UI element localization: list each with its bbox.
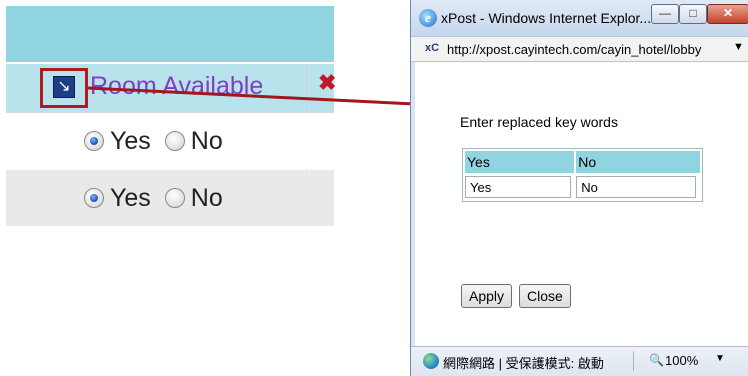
zoomed-table-fragment: ↘ Room Available ✖ Yes No Yes No <box>0 0 336 240</box>
yes-no-radio-group: Yes No <box>84 184 237 213</box>
column-header: No <box>576 151 700 173</box>
room-available-label: Room Available <box>90 72 264 100</box>
chevron-down-icon[interactable]: ▼ <box>715 353 725 364</box>
no-radio[interactable] <box>164 131 185 151</box>
status-bar: 網際網路 | 受保護模式: 啟動 🔍 100% ▼ <box>411 346 748 376</box>
maximize-button[interactable]: □ <box>679 4 707 24</box>
close-button[interactable]: Close <box>519 284 571 308</box>
globe-icon <box>423 353 439 369</box>
no-radio-label: No <box>190 183 223 212</box>
keyword-table: Yes No <box>462 148 703 202</box>
yes-replacement-input[interactable] <box>465 176 571 198</box>
site-favicon-icon: xC <box>425 42 440 54</box>
chevron-down-icon[interactable]: ▼ <box>733 41 744 53</box>
status-text: 網際網路 | 受保護模式: 啟動 <box>443 356 604 371</box>
address-url[interactable]: http://xpost.cayintech.com/cayin_hotel/l… <box>447 42 701 57</box>
table-row: Yes No <box>6 170 334 226</box>
table-header-row: Yes No <box>465 151 700 173</box>
table-cell <box>576 175 700 199</box>
apply-button[interactable]: Apply <box>461 284 513 308</box>
yes-no-radio-group: Yes No <box>84 127 237 156</box>
ie-logo-icon: e <box>419 9 437 27</box>
table-header-bar <box>6 6 334 62</box>
no-replacement-input[interactable] <box>576 176 697 198</box>
address-bar[interactable]: xC http://xpost.cayintech.com/cayin_hote… <box>411 36 748 62</box>
window-title: xPost - Windows Internet Explor... <box>441 10 652 26</box>
ie-popup-window: e xPost - Windows Internet Explor... — □… <box>410 0 748 376</box>
status-divider <box>633 351 634 371</box>
popup-content: Enter replaced key words Yes No Apply Cl… <box>415 62 748 346</box>
no-radio-label: No <box>190 126 223 155</box>
minimize-button[interactable]: — <box>651 4 679 24</box>
close-window-button[interactable]: ✕ <box>707 4 748 24</box>
table-row: Yes No <box>6 113 334 169</box>
yes-radio-label: Yes <box>110 183 151 212</box>
zoom-icon[interactable]: 🔍 <box>649 353 664 367</box>
window-titlebar: e xPost - Windows Internet Explor... — □… <box>411 0 748 36</box>
column-header: Yes <box>465 151 575 173</box>
prompt-text: Enter replaced key words <box>460 114 618 130</box>
expand-arrow-icon[interactable]: ↘ <box>53 76 75 98</box>
yes-radio[interactable] <box>84 131 104 151</box>
yes-radio[interactable] <box>84 188 104 208</box>
red-x-icon[interactable]: ✖ <box>318 70 336 96</box>
no-radio[interactable] <box>164 188 185 208</box>
zoom-level[interactable]: 100% <box>665 353 698 368</box>
yes-radio-label: Yes <box>110 126 151 155</box>
table-cell <box>465 175 574 199</box>
table-row <box>465 175 700 199</box>
